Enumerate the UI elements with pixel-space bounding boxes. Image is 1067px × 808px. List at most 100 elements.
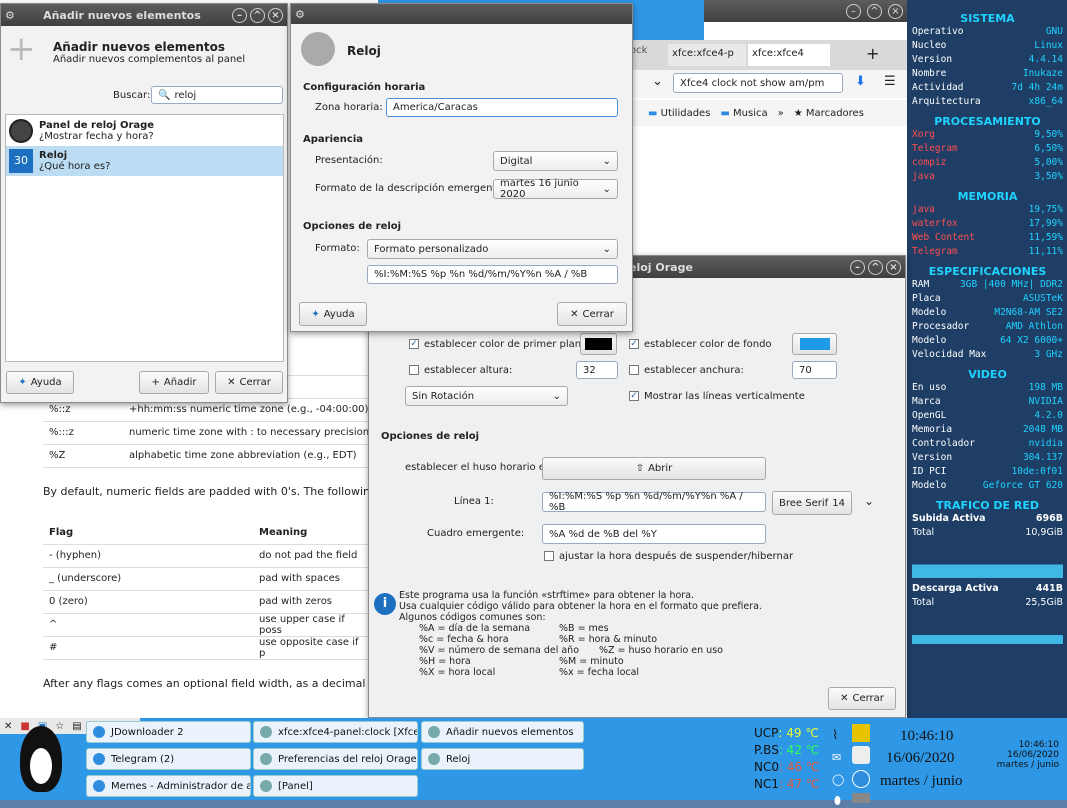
- paperclip-icon[interactable]: ⌇: [832, 728, 838, 743]
- format-string-input[interactable]: %I:%M:%S %p %n %d/%m/%Y%n %A / %B: [367, 265, 618, 284]
- line1-input[interactable]: %I:%M:%S %p %n %d/%m/%Y%n %A / %B: [542, 491, 766, 513]
- add-button[interactable]: + Añadir: [139, 371, 209, 394]
- chat-icon[interactable]: ◯: [832, 773, 844, 786]
- suspend-check[interactable]: ajustar la hora después de suspender/hib…: [544, 551, 793, 562]
- maximize-icon[interactable]: ^: [868, 259, 883, 275]
- bookmark-folder[interactable]: ▬ Musica: [720, 108, 767, 119]
- timezone-input[interactable]: America/Caracas: [386, 98, 618, 117]
- taskbar-button[interactable]: Preferencias del reloj Orage: [253, 748, 418, 770]
- section-title: SISTEMA: [960, 12, 1015, 25]
- chevron-down-icon[interactable]: ⌄: [652, 74, 663, 89]
- temp-label: NC1: [754, 777, 779, 791]
- clock-day[interactable]: martes / junio: [880, 773, 963, 790]
- format-select[interactable]: Formato personalizado ⌄: [367, 239, 618, 259]
- taskbar-button[interactable]: Añadir nuevos elementos: [421, 721, 584, 743]
- telegram-icon[interactable]: [852, 770, 870, 788]
- open-tz-button[interactable]: ⇧ Abrir: [542, 457, 766, 480]
- chevron-down-icon[interactable]: ⌄: [864, 494, 874, 508]
- mail-icon[interactable]: ✉: [832, 751, 841, 764]
- taskbar-label: JDownloader 2: [111, 726, 184, 738]
- close-icon[interactable]: ✕: [4, 721, 12, 732]
- star-icon[interactable]: ☆: [55, 721, 64, 732]
- location-icon[interactable]: ⬮: [834, 794, 841, 808]
- stat-label: Controlador: [912, 438, 975, 449]
- minimize-icon[interactable]: –: [846, 3, 861, 19]
- tooltip-format-select[interactable]: martes 16 junio 2020 ⌄: [493, 178, 618, 200]
- taskbar-button[interactable]: JDownloader 2: [86, 721, 251, 743]
- help-button[interactable]: ✦ Ayuda: [299, 302, 367, 326]
- list-item-selected[interactable]: 30 Reloj ¿Qué hora es?: [6, 146, 283, 176]
- chevron-down-icon: ⌄: [552, 390, 561, 402]
- height-check[interactable]: establecer altura:: [409, 365, 512, 376]
- vertical-lines-check[interactable]: ✓ Mostrar las líneas verticalmente: [629, 391, 805, 402]
- bg-color-check[interactable]: ✓ establecer color de fondo: [629, 339, 772, 350]
- section-title: Configuración horaria: [303, 82, 426, 93]
- bg-color-button[interactable]: [792, 333, 837, 355]
- close-button[interactable]: ✕ Cerrar: [557, 302, 627, 326]
- bookmark-menu[interactable]: ★ Marcadores: [794, 108, 864, 119]
- url-bar[interactable]: Xfce4 clock not show am/pm: [673, 73, 843, 93]
- stat-value: 4.2.0: [1034, 410, 1063, 421]
- taskbar-label: xfce:xfce4-panel:clock [Xfce D...: [278, 726, 418, 738]
- taskbar-button[interactable]: [Panel]: [253, 775, 418, 797]
- taskbar-button[interactable]: Reloj: [421, 748, 584, 770]
- paragraph: After any flags comes an optional field …: [43, 677, 366, 690]
- app-icon[interactable]: ■: [20, 721, 29, 732]
- temp-label: P.BS: [754, 743, 779, 757]
- list-item[interactable]: Panel de reloj Orage ¿Mostrar fecha y hor…: [6, 115, 283, 146]
- download-icon[interactable]: ⬇: [855, 74, 866, 89]
- browser-tab[interactable]: ock: [630, 45, 670, 65]
- taskbar-button[interactable]: Telegram (2): [86, 748, 251, 770]
- taskbar-label: Reloj: [446, 753, 471, 765]
- close-icon[interactable]: ×: [268, 7, 283, 23]
- clock-time[interactable]: 10:46:10: [900, 728, 953, 745]
- more-bookmarks-icon[interactable]: »: [778, 108, 784, 119]
- help-button[interactable]: ✦ Ayuda: [6, 371, 74, 394]
- minimize-icon[interactable]: –: [850, 259, 865, 275]
- stat-value: Geforce GT 620: [982, 480, 1063, 491]
- taskbar-button[interactable]: xfce:xfce4-panel:clock [Xfce D...: [253, 721, 418, 743]
- width-check[interactable]: establecer anchura:: [629, 365, 744, 376]
- close-icon[interactable]: ×: [888, 3, 903, 19]
- browser-tab-active[interactable]: xfce:xfce4: [748, 44, 830, 66]
- minimize-icon[interactable]: –: [232, 7, 247, 23]
- stat-value: nvidia: [1028, 438, 1063, 449]
- browser-tab[interactable]: xfce:xfce4-p: [668, 44, 746, 66]
- section-title: Opciones de reloj: [303, 221, 402, 232]
- small-clock[interactable]: 10:46:10 16/06/2020 martes / junio: [995, 740, 1059, 770]
- font-button[interactable]: Bree Serif 14: [772, 491, 852, 515]
- calendar-icon[interactable]: ▤: [72, 721, 81, 732]
- bookmarks-bar: ▬ Utilidades ▬ Musica » ★ Marcadores: [630, 100, 907, 126]
- stat-label: Memoria: [912, 424, 953, 435]
- maximize-icon[interactable]: ^: [867, 3, 882, 19]
- stat-row: OpenGL 4.2.0: [912, 409, 1063, 423]
- close-icon[interactable]: ×: [886, 259, 901, 275]
- taskbar-button[interactable]: Memes - Administrador de arc...: [86, 775, 251, 797]
- app-tray-icon[interactable]: [852, 724, 870, 742]
- fg-color-check[interactable]: ✓ establecer color de primer plano: [409, 339, 587, 350]
- title-bar: ⚙: [291, 4, 632, 24]
- clock-date[interactable]: 16/06/2020: [886, 750, 954, 767]
- width-spin[interactable]: 70: [792, 361, 837, 379]
- dialog-heading: Añadir nuevos elementos: [53, 40, 226, 54]
- tooltip-input[interactable]: %A %d de %B del %Y: [542, 524, 766, 544]
- maximize-icon[interactable]: ^: [250, 7, 265, 23]
- menu-icon[interactable]: ☰: [884, 74, 896, 89]
- search-input[interactable]: 🔍 reloj: [151, 86, 283, 104]
- new-tab-icon[interactable]: +: [866, 44, 879, 63]
- volume-icon[interactable]: [852, 746, 870, 764]
- cat-icon[interactable]: [852, 793, 870, 803]
- close-button[interactable]: ✕ Cerrar: [828, 687, 896, 710]
- height-spin[interactable]: 32: [576, 361, 618, 379]
- presentation-select[interactable]: Digital ⌄: [493, 151, 618, 171]
- stat-row: Nombre Inukaze: [912, 67, 1063, 81]
- bookmark-folder[interactable]: ▬ Utilidades: [648, 108, 710, 119]
- stat-value: 64 X2 6000+: [1000, 335, 1063, 346]
- fg-color-button[interactable]: [580, 333, 617, 355]
- stat-value: 3GB |400 MHz| DDR2: [960, 279, 1063, 290]
- rotation-select[interactable]: Sin Rotación ⌄: [405, 386, 568, 406]
- tux-logo[interactable]: [20, 726, 62, 792]
- table-row: _ (underscore) pad with spaces: [43, 567, 368, 591]
- close-button[interactable]: ✕ Cerrar: [215, 371, 283, 394]
- plugin-list: Panel de reloj Orage ¿Mostrar fecha y hor…: [5, 114, 284, 362]
